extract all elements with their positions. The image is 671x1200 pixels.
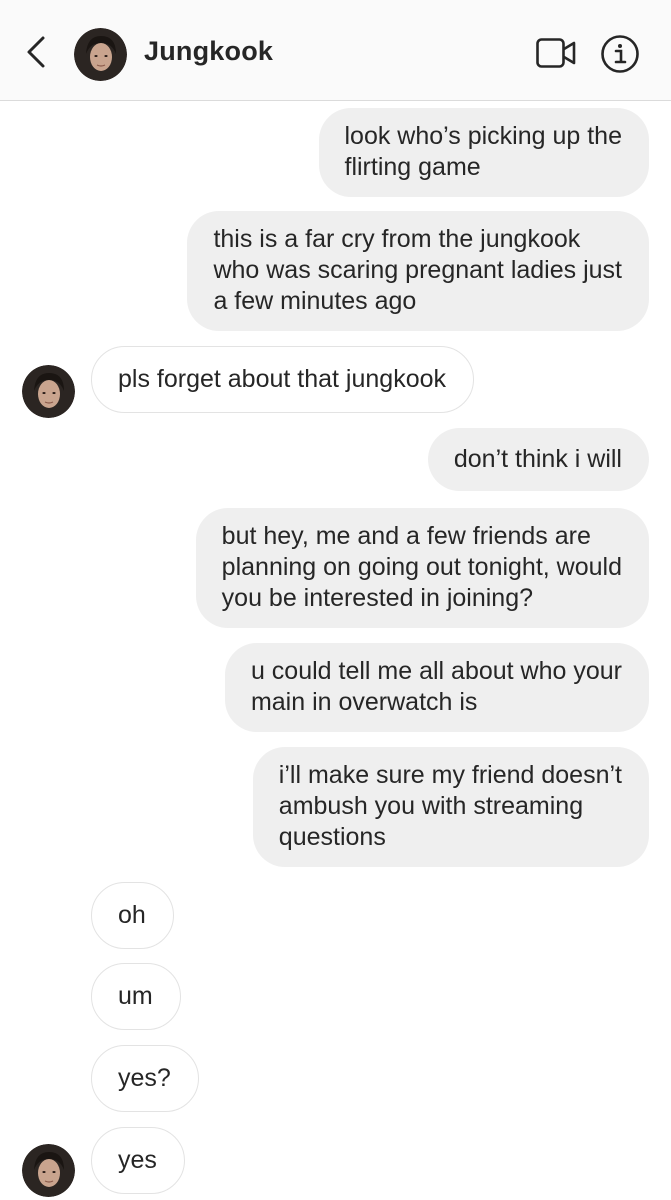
sender-avatar[interactable] [22, 365, 75, 418]
message-text: u could tell me all about who your [250, 657, 622, 685]
message-text: but hey, me and a few friends are [221, 522, 591, 550]
message-text: planning on going out tonight, would [221, 553, 622, 581]
chat-screen: Jungkook look who’s picking up the flirt… [0, 0, 671, 1200]
contact-name[interactable]: Jungkook [144, 36, 273, 67]
message-text: ambush you with streaming [278, 792, 584, 820]
received-message-bubble[interactable]: yes? [91, 1045, 199, 1112]
message-text: who was scaring pregnant ladies just [213, 256, 622, 284]
back-button[interactable] [14, 30, 58, 74]
message-text: main in overwatch is [250, 688, 478, 716]
message-text: yes? [118, 1064, 171, 1092]
message-text: look who’s picking up the [344, 122, 623, 150]
sender-avatar[interactable] [22, 1144, 75, 1197]
message-text: i’ll make sure my friend doesn’t [278, 761, 622, 789]
message-text: a few minutes ago [213, 287, 417, 315]
message-text: oh [118, 901, 146, 929]
received-message-bubble[interactable]: yes [91, 1127, 185, 1194]
info-icon [601, 35, 639, 73]
sent-message-bubble[interactable]: i’ll make sure my friend doesn’t ambush … [252, 747, 649, 867]
message-text: um [118, 982, 153, 1010]
message-text: yes [118, 1146, 157, 1174]
received-message-bubble[interactable]: oh [91, 882, 174, 949]
sent-message-bubble[interactable]: don’t think i will [427, 428, 649, 491]
received-message-bubble[interactable]: pls forget about that jungkook [91, 346, 475, 413]
video-camera-icon [536, 38, 576, 68]
contact-avatar[interactable] [74, 28, 127, 81]
sent-message-bubble[interactable]: u could tell me all about who your main … [224, 643, 649, 732]
sent-message-bubble[interactable]: this is a far cry from the jungkook who … [187, 211, 649, 331]
message-text: you be interested in joining? [221, 584, 533, 612]
message-text: this is a far cry from the jungkook [213, 225, 581, 253]
info-button[interactable] [598, 32, 642, 76]
sent-message-bubble[interactable]: but hey, me and a few friends are planni… [195, 508, 649, 628]
sent-message-bubble[interactable]: look who’s picking up the flirting game [318, 108, 649, 197]
video-call-button[interactable] [530, 30, 582, 76]
message-text: pls forget about that jungkook [118, 365, 447, 393]
message-text: don’t think i will [453, 445, 622, 473]
chevron-left-icon [27, 36, 45, 68]
received-message-bubble[interactable]: um [91, 963, 181, 1030]
message-text: questions [278, 823, 386, 851]
chat-header: Jungkook [0, 0, 671, 101]
message-text: flirting game [344, 153, 481, 181]
